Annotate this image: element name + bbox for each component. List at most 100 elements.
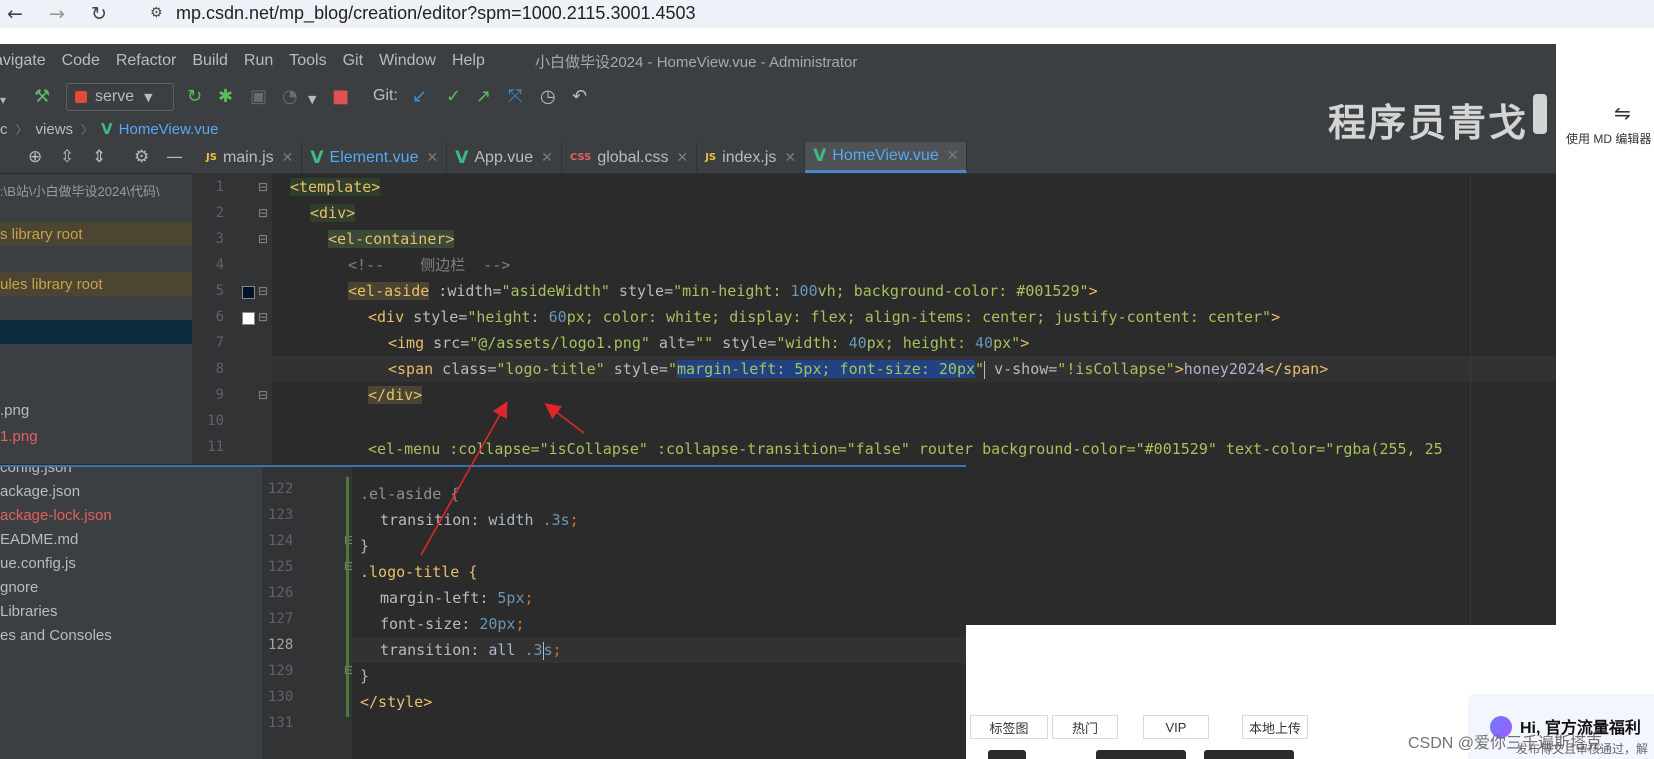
code-token: 100 [790,282,818,300]
tree-item-selected[interactable] [0,320,192,344]
breadcrumb-item[interactable]: views [36,121,74,138]
fold-icon[interactable]: ⊟ [258,206,268,220]
code-token: px" [993,334,1021,352]
tree-item[interactable]: es and Consoles [0,627,112,651]
tree-item[interactable]: EADME.md [0,531,78,555]
tree-item[interactable]: .png [0,398,192,422]
gear-icon[interactable]: ⚙ [134,147,149,167]
fold-icon[interactable]: ⊟ [258,232,268,246]
code-token: : [461,615,480,633]
code-line: </style> [360,689,432,715]
tab-app-vue[interactable]: V App.vue ✕ [447,142,562,173]
git-commit-icon[interactable]: ✓ [446,87,461,107]
code-editor[interactable]: <template> <div> <el-container> <!-- 侧边栏… [272,174,1556,464]
tab-label: App.vue [474,148,534,166]
git-push-icon[interactable]: ↗ [476,87,491,107]
code-token: 40 [975,334,994,352]
menu-refactor[interactable]: Refactor [116,52,176,70]
editor-tabs: JS main.js ✕ V Element.vue ✕ V App.vue ✕… [192,142,1556,174]
tree-item[interactable]: 1.png [0,424,192,448]
close-icon[interactable]: ✕ [947,148,959,164]
tree-item[interactable]: ue.config.js [0,555,76,579]
menu-build[interactable]: Build [192,52,228,70]
url-text[interactable]: mp.csdn.net/mp_blog/creation/editor?spm=… [176,3,696,24]
tree-item[interactable]: config.json [0,467,72,483]
debug-icon[interactable]: ✱ [218,87,233,107]
fold-icon[interactable]: ⊟ [258,284,268,298]
fold-icon[interactable]: ⊟ [258,388,268,402]
hammer-icon[interactable]: ⚒ [34,87,50,107]
fold-icon[interactable]: ⊟ [258,310,268,324]
menu-run[interactable]: Run [244,52,273,70]
menu-window[interactable]: Window [379,52,436,70]
menu-tools[interactable]: Tools [289,52,326,70]
close-icon[interactable]: ✕ [426,150,438,166]
tab-homeview-vue[interactable]: V HomeView.vue ✕ [805,142,968,173]
tree-item-library[interactable]: s library root [0,222,192,246]
breadcrumb-item[interactable]: c [0,121,8,138]
tag-image-button[interactable]: 标签图 [970,715,1048,739]
cover-thumb [1204,750,1294,759]
code-line: transition: all .3s; [380,637,562,663]
site-settings-icon[interactable]: ⚙ [150,5,176,21]
line-number: 128 [268,637,294,653]
color-swatch[interactable] [242,312,255,325]
close-icon[interactable]: ✕ [541,150,553,166]
tree-root-path[interactable]: :\B站\小白做毕设2024\代码\ [0,178,192,202]
git-pull-requests-icon[interactable]: ⤧ [508,87,522,107]
cover-thumb [988,750,1026,759]
tab-main-js[interactable]: JS main.js ✕ [192,142,303,173]
code-token: honey2024 [1183,360,1266,378]
back-button[interactable]: ← [0,0,30,28]
tree-item[interactable]: Libraries [0,603,58,627]
md-editor-switch-label[interactable]: 使用 MD 编辑器 [1566,130,1651,147]
tab-global-css[interactable]: CSS global.css ✕ [562,142,698,173]
menu-code[interactable]: Code [62,52,100,70]
color-swatch[interactable] [242,286,255,299]
rollback-icon[interactable]: ↶ [572,87,587,107]
forward-button[interactable]: → [42,0,72,28]
chevron-down-icon[interactable]: ▼ [308,90,316,110]
local-upload-button[interactable]: 本地上传 [1242,715,1308,739]
hot-button[interactable]: 热门 [1052,715,1118,739]
line-number: 131 [268,715,294,731]
menu-navigate[interactable]: avigate [0,52,46,70]
address-bar[interactable]: ⚙ mp.csdn.net/mp_blog/creation/editor?sp… [150,0,696,26]
code-editor-lower[interactable]: .el-aside { transition: width .3s; } .lo… [352,467,966,759]
tree-item[interactable]: ackage-lock.json [0,507,112,531]
fold-icon[interactable]: ⊟ [258,180,268,194]
breadcrumb-item[interactable]: HomeView.vue [119,121,219,138]
code-token: <img [388,334,425,352]
expand-all-icon[interactable]: ⇳ [60,147,74,167]
tree-item[interactable]: gnore [0,579,38,603]
switch-icon[interactable]: ⇋ [1614,101,1631,125]
menu-git[interactable]: Git [343,52,363,70]
locate-icon[interactable]: ⊕ [28,147,42,167]
collapse-all-icon[interactable]: ⇕ [92,147,106,167]
chevron-down-icon[interactable]: ▾ [0,90,6,110]
run-config-select[interactable]: serve ▼ [66,83,174,111]
profile-icon[interactable]: ◔ [282,87,298,107]
tree-item-label: ules library root [0,275,103,293]
coverage-icon[interactable]: ▣ [250,87,267,107]
git-update-icon[interactable]: ↙ [412,87,427,107]
minimize-icon[interactable]: — [166,147,183,167]
close-icon[interactable]: ✕ [282,150,294,166]
reload-button[interactable]: ↻ [84,0,114,28]
stop-icon[interactable]: ■ [332,87,349,107]
close-icon[interactable]: ✕ [784,150,796,166]
tab-index-js[interactable]: JS index.js ✕ [697,142,806,173]
tree-item-library[interactable]: ules library root [0,272,192,296]
rerun-icon[interactable]: ↻ [187,87,202,107]
line-number: 10 [207,413,224,429]
code-token: "!isCollapse" [1057,360,1175,378]
code-line: <el-container> [328,226,455,252]
tab-element-vue[interactable]: V Element.vue ✕ [302,142,448,173]
style-snippet-overlay: config.json ackage.json ackage-lock.json… [0,465,966,759]
menu-help[interactable]: Help [452,52,485,70]
code-token: <template> [290,178,381,196]
tree-item[interactable]: ackage.json [0,483,80,507]
vip-button[interactable]: VIP [1143,715,1209,739]
close-icon[interactable]: ✕ [676,150,688,166]
history-icon[interactable]: ◷ [540,87,556,107]
